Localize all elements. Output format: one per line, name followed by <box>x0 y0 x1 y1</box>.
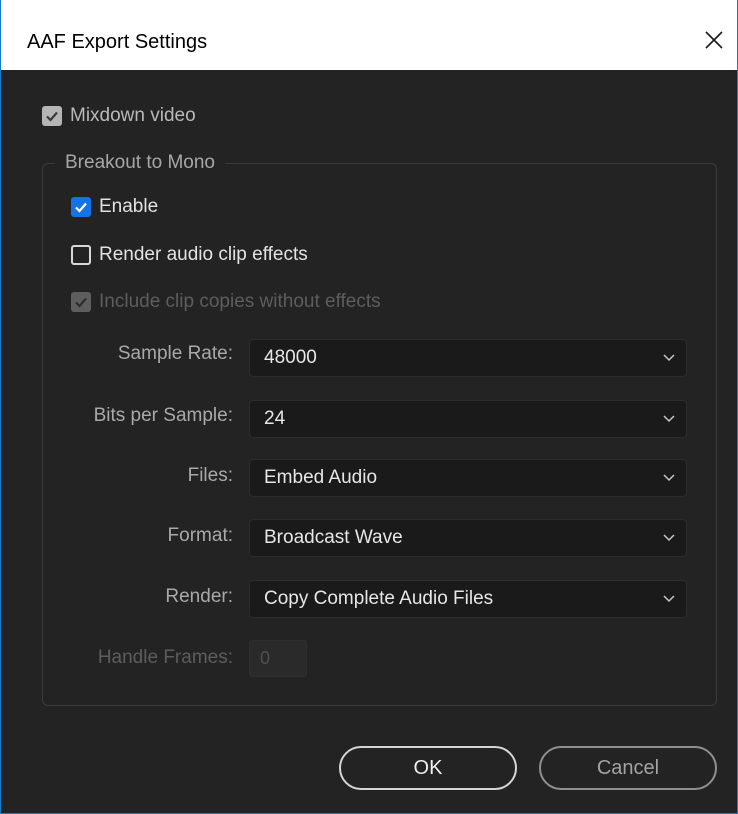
bits-per-sample-label: Bits per Sample: <box>93 405 233 426</box>
chevron-down-icon <box>663 474 675 482</box>
render-audio-clip-effects-label: Render audio clip effects <box>99 244 308 265</box>
window-title: AAF Export Settings <box>27 31 208 53</box>
bits-per-sample-value: 24 <box>264 408 286 429</box>
files-select[interactable]: Embed Audio <box>249 459 687 497</box>
dialog-body: Mixdown video Breakout to Mono Enable Re… <box>1 70 737 813</box>
title-bar: AAF Export Settings <box>1 0 737 70</box>
enable-label: Enable <box>99 196 159 217</box>
format-value: Broadcast Wave <box>264 527 403 548</box>
checkmark-icon <box>75 297 87 308</box>
include-clip-copies-label: Include clip copies without effects <box>99 291 381 312</box>
files-value: Embed Audio <box>264 467 378 488</box>
bits-per-sample-select[interactable]: 24 <box>249 400 687 438</box>
include-clip-copies-check-box <box>71 292 91 312</box>
handle-frames-input[interactable]: 0 <box>249 640 307 677</box>
render-value: Copy Complete Audio Files <box>264 588 494 609</box>
render-label: Render: <box>165 586 233 607</box>
sample-rate-label: Sample Rate: <box>117 343 233 364</box>
breakout-to-mono-legend: Breakout to Mono <box>55 150 225 176</box>
close-icon <box>705 31 723 49</box>
enable-checkbox[interactable]: Enable <box>71 196 158 218</box>
chevron-down-icon <box>663 534 675 542</box>
mixdown-video-check-box <box>42 106 62 126</box>
mixdown-video-label: Mixdown video <box>70 105 196 126</box>
cancel-button[interactable]: Cancel <box>539 746 717 790</box>
handle-frames-label: Handle Frames: <box>97 647 233 668</box>
sample-rate-select[interactable]: 48000 <box>249 339 687 377</box>
checkmark-icon <box>75 202 87 213</box>
mixdown-video-checkbox[interactable]: Mixdown video <box>42 105 196 127</box>
chevron-down-icon <box>663 415 675 423</box>
checkmark-icon <box>46 111 58 122</box>
aaf-export-dialog: AAF Export Settings Mixdown video Breako… <box>0 0 738 814</box>
sample-rate-value: 48000 <box>264 347 317 368</box>
render-select[interactable]: Copy Complete Audio Files <box>249 580 687 618</box>
ok-button[interactable]: OK <box>339 746 517 790</box>
format-label: Format: <box>167 525 233 546</box>
files-label: Files: <box>187 465 233 486</box>
chevron-down-icon <box>663 595 675 603</box>
chevron-down-icon <box>663 354 675 362</box>
close-button[interactable] <box>691 20 737 60</box>
include-clip-copies-checkbox[interactable]: Include clip copies without effects <box>71 291 381 313</box>
format-select[interactable]: Broadcast Wave <box>249 519 687 557</box>
enable-check-box <box>71 197 91 217</box>
render-audio-clip-effects-checkbox[interactable]: Render audio clip effects <box>71 244 308 266</box>
render-audio-clip-effects-check-box <box>71 245 91 265</box>
